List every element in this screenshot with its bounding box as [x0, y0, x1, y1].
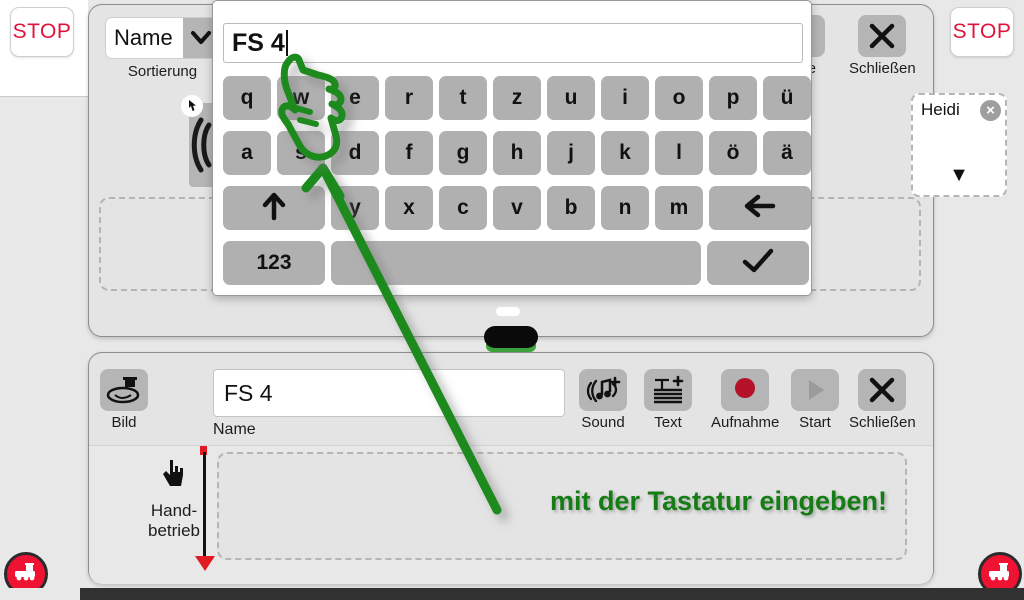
image-button[interactable]: Bild — [100, 369, 148, 431]
keyboard-row-3: y x c v b n m — [223, 186, 811, 230]
locomotive-icon — [100, 369, 148, 411]
manual-mode-button[interactable]: Hand- betrieb — [119, 458, 229, 540]
playhead-marker[interactable] — [195, 556, 215, 571]
key-oe[interactable]: ö — [709, 131, 757, 175]
key-q[interactable]: q — [223, 76, 271, 120]
key-space[interactable] — [331, 241, 701, 285]
key-ue[interactable]: ü — [763, 76, 811, 120]
close-x-icon[interactable]: × — [980, 100, 1001, 121]
text-caret — [285, 30, 288, 56]
sort-select[interactable]: Name — [105, 17, 220, 59]
name-input[interactable]: FS 4 — [213, 369, 565, 417]
bottom-bar — [80, 588, 1024, 600]
key-f[interactable]: f — [385, 131, 433, 175]
close-button-lower[interactable]: Schließen — [849, 369, 916, 431]
locomotive-icon — [13, 562, 39, 587]
key-h[interactable]: h — [493, 131, 541, 175]
key-ae[interactable]: ä — [763, 131, 811, 175]
keyboard-input-value: FS 4 — [232, 28, 285, 57]
manual-mode-label-1: Hand- — [150, 501, 198, 520]
close-x-icon — [858, 369, 907, 411]
bottom-bar-left — [0, 588, 80, 600]
record-button-label: Aufnahme — [711, 414, 780, 431]
name-input-label: Name — [213, 421, 256, 438]
keyboard-row-2: a s d f g h j k l ö ä — [223, 131, 811, 175]
key-c[interactable]: c — [439, 186, 487, 230]
text-add-icon — [644, 369, 692, 411]
key-y[interactable]: y — [331, 186, 379, 230]
key-l[interactable]: l — [655, 131, 703, 175]
close-button-upper[interactable]: Schließen — [849, 15, 916, 77]
key-backspace[interactable] — [709, 186, 811, 230]
key-k[interactable]: k — [601, 131, 649, 175]
keyboard-row-4: 123 — [223, 241, 809, 285]
sort-select-value: Name — [114, 25, 173, 50]
key-enter[interactable] — [707, 241, 809, 285]
key-w[interactable]: w — [277, 76, 325, 120]
key-b[interactable]: b — [547, 186, 595, 230]
key-d[interactable]: d — [331, 131, 379, 175]
key-v[interactable]: v — [493, 186, 541, 230]
lower-window: Bild FS 4 Name Sound Text Aufnahme Start… — [88, 352, 934, 584]
name-input-value: FS 4 — [224, 379, 273, 406]
sort-select-caption: Sortierung — [127, 63, 198, 80]
key-o[interactable]: o — [655, 76, 703, 120]
sound-button-label: Sound — [581, 414, 625, 431]
close-button-upper-label: Schließen — [849, 60, 916, 77]
key-u[interactable]: u — [547, 76, 595, 120]
start-button[interactable]: Start — [791, 369, 839, 431]
close-x-icon — [858, 15, 907, 57]
key-r[interactable]: r — [385, 76, 433, 120]
triangle-down-icon[interactable]: ▼ — [949, 165, 969, 185]
sound-button[interactable]: Sound — [579, 369, 627, 431]
image-button-label: Bild — [111, 414, 137, 431]
key-g[interactable]: g — [439, 131, 487, 175]
hand-pointer-icon — [161, 460, 187, 494]
text-button[interactable]: Text — [644, 369, 692, 431]
start-button-label: Start — [799, 414, 831, 431]
annotation-text: mit der Tastatur eingeben! — [549, 486, 887, 516]
key-j[interactable]: j — [547, 131, 595, 175]
record-dot-icon — [721, 369, 770, 411]
scroll-grabber-small[interactable] — [496, 307, 520, 316]
arrow-left-icon — [743, 193, 777, 224]
item-card-heidi[interactable]: Heidi × ▼ — [911, 93, 1007, 197]
item-card-name: Heidi — [921, 100, 960, 119]
sound-add-icon — [579, 369, 627, 411]
arrow-up-icon — [259, 191, 289, 226]
key-p[interactable]: p — [709, 76, 757, 120]
key-z[interactable]: z — [493, 76, 541, 120]
virtual-keyboard: FS 4 q w e r t z u i o p ü a s d f g h j… — [212, 0, 812, 296]
playhead-line — [203, 452, 206, 562]
key-t[interactable]: t — [439, 76, 487, 120]
record-button[interactable]: Aufnahme — [711, 369, 779, 431]
key-i[interactable]: i — [601, 76, 649, 120]
key-n[interactable]: n — [601, 186, 649, 230]
key-e[interactable]: e — [331, 76, 379, 120]
play-triangle-icon — [791, 369, 839, 411]
key-shift[interactable] — [223, 186, 325, 230]
text-button-label: Text — [654, 414, 682, 431]
checkmark-icon — [741, 247, 775, 280]
locomotive-icon — [987, 562, 1013, 587]
hand-cursor-icon — [181, 95, 203, 117]
timeline-strip: Hand- betrieb mit der Tastatur eingeben! — [89, 445, 933, 584]
key-m[interactable]: m — [655, 186, 703, 230]
stop-button-left-label: STOP — [12, 20, 72, 43]
close-button-lower-label: Schließen — [849, 414, 916, 431]
key-x[interactable]: x — [385, 186, 433, 230]
stop-button-right-label: STOP — [952, 20, 1012, 43]
stop-button-left[interactable]: STOP — [10, 7, 74, 57]
keyboard-row-1: q w e r t z u i o p ü — [223, 76, 811, 120]
timeline-track[interactable]: mit der Tastatur eingeben! — [217, 452, 907, 560]
stop-button-right[interactable]: STOP — [950, 7, 1014, 57]
key-s[interactable]: s — [277, 131, 325, 175]
keyboard-input[interactable]: FS 4 — [223, 23, 803, 63]
manual-mode-label-2: betrieb — [148, 520, 200, 540]
scroll-grabber-handle[interactable] — [484, 326, 538, 348]
key-a[interactable]: a — [223, 131, 271, 175]
key-numeric[interactable]: 123 — [223, 241, 325, 285]
